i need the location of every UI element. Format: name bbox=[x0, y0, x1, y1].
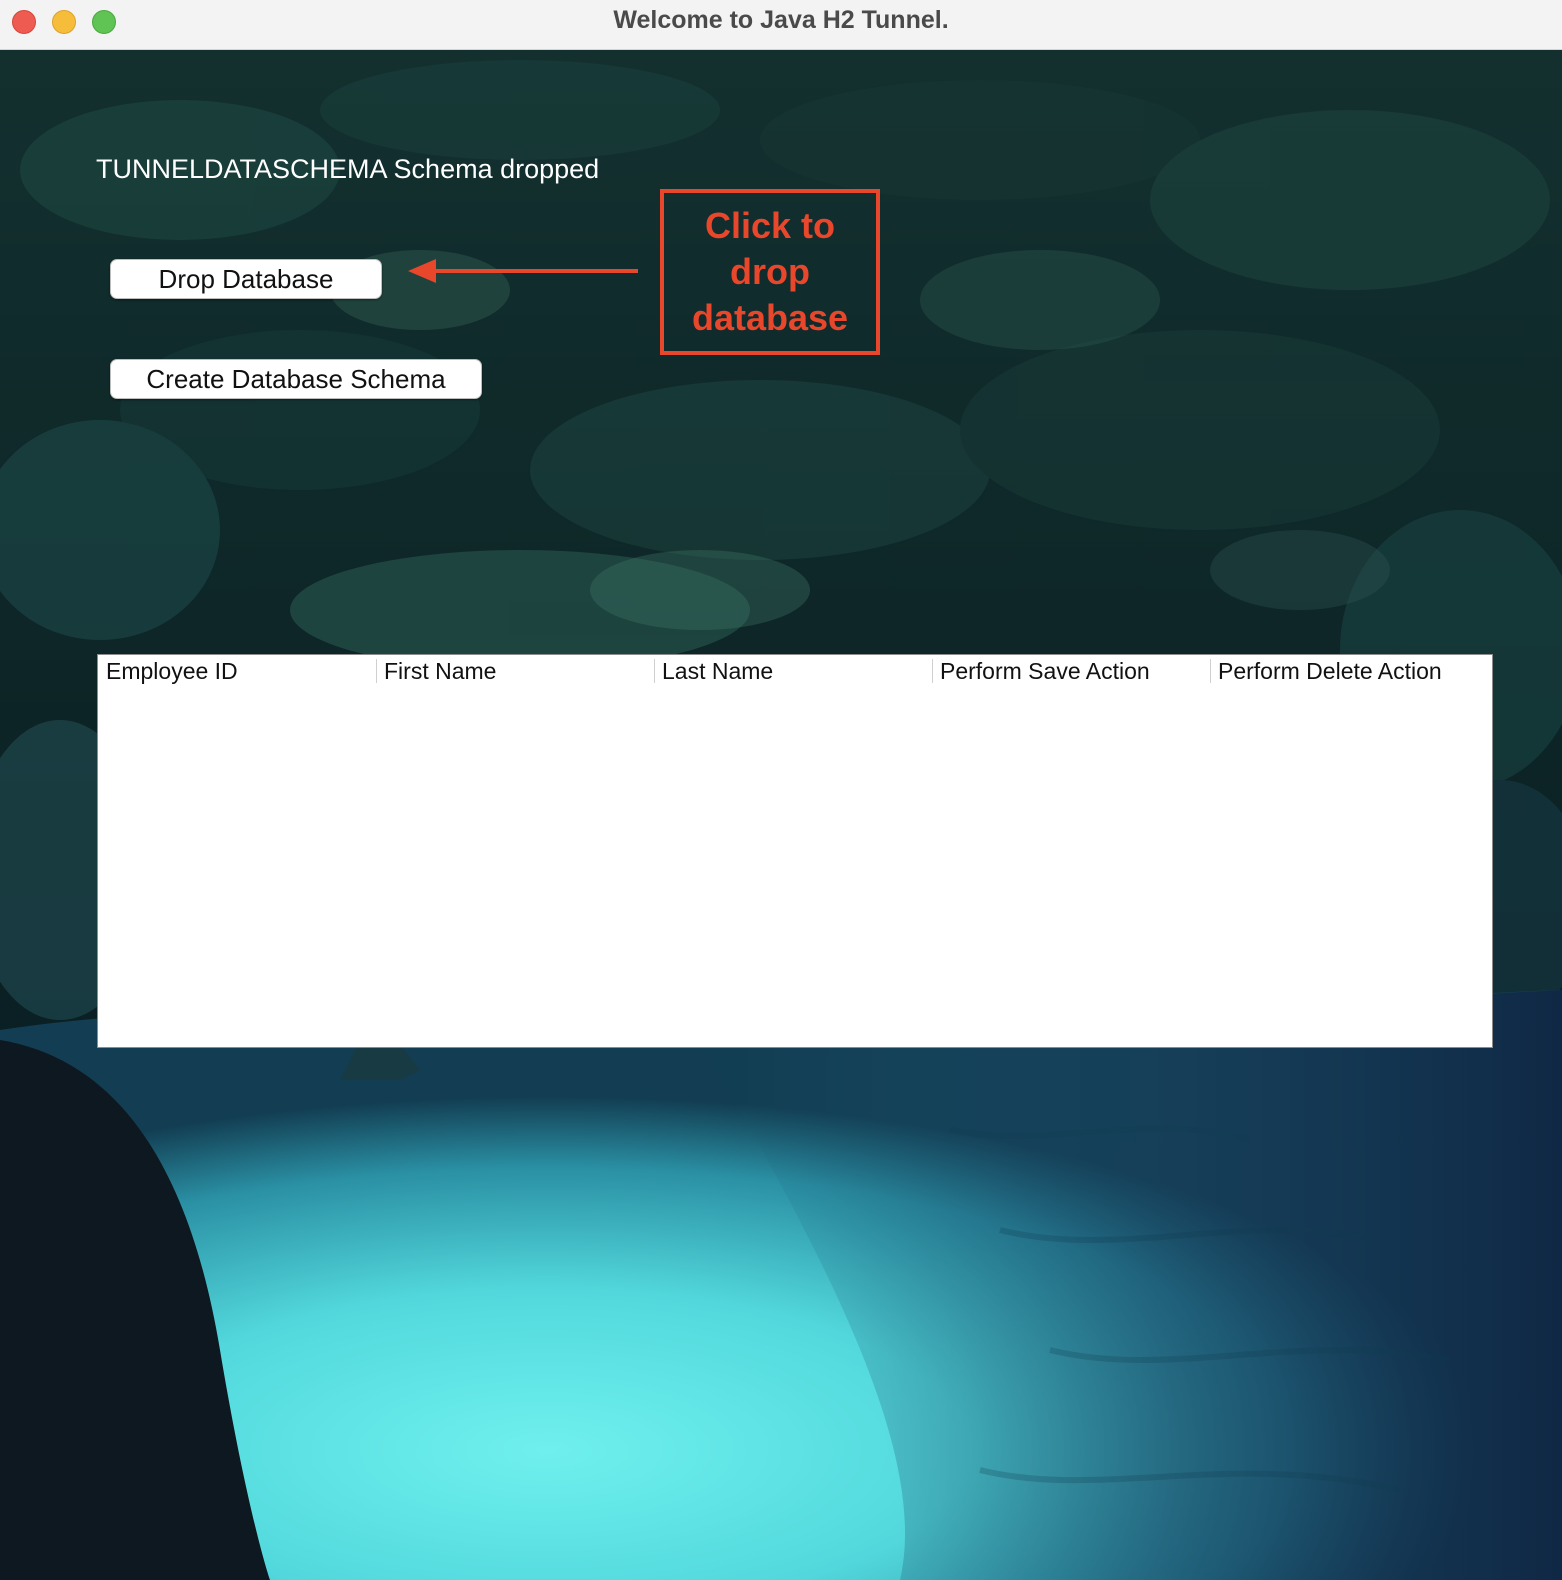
column-header-first-name[interactable]: First Name bbox=[376, 655, 654, 687]
create-database-schema-button[interactable]: Create Database Schema bbox=[110, 359, 482, 399]
annotation-line-1: Click to bbox=[704, 205, 836, 246]
column-header-delete-action[interactable]: Perform Delete Action bbox=[1210, 655, 1488, 687]
annotation-callout: Click to drop database bbox=[660, 189, 880, 355]
column-header-employee-id[interactable]: Employee ID bbox=[98, 655, 376, 687]
employee-table[interactable]: Employee ID First Name Last Name Perform… bbox=[97, 654, 1493, 1048]
status-message: TUNNELDATASCHEMA Schema dropped bbox=[96, 154, 600, 184]
annotation-line-2: drop bbox=[730, 251, 810, 292]
column-header-save-action[interactable]: Perform Save Action bbox=[932, 655, 1210, 687]
window-title: Welcome to Java H2 Tunnel. bbox=[613, 6, 949, 34]
column-header-last-name[interactable]: Last Name bbox=[654, 655, 932, 687]
table-header: Employee ID First Name Last Name Perform… bbox=[98, 655, 1492, 688]
title-bar: Welcome to Java H2 Tunnel. bbox=[0, 0, 1562, 50]
app-window: Welcome to Java H2 Tunnel. TUNNELDATASCH… bbox=[0, 0, 1562, 1580]
annotation-line-3: database bbox=[691, 297, 849, 338]
annotation-arrow bbox=[408, 259, 638, 283]
drop-database-button[interactable]: Drop Database bbox=[110, 259, 382, 299]
